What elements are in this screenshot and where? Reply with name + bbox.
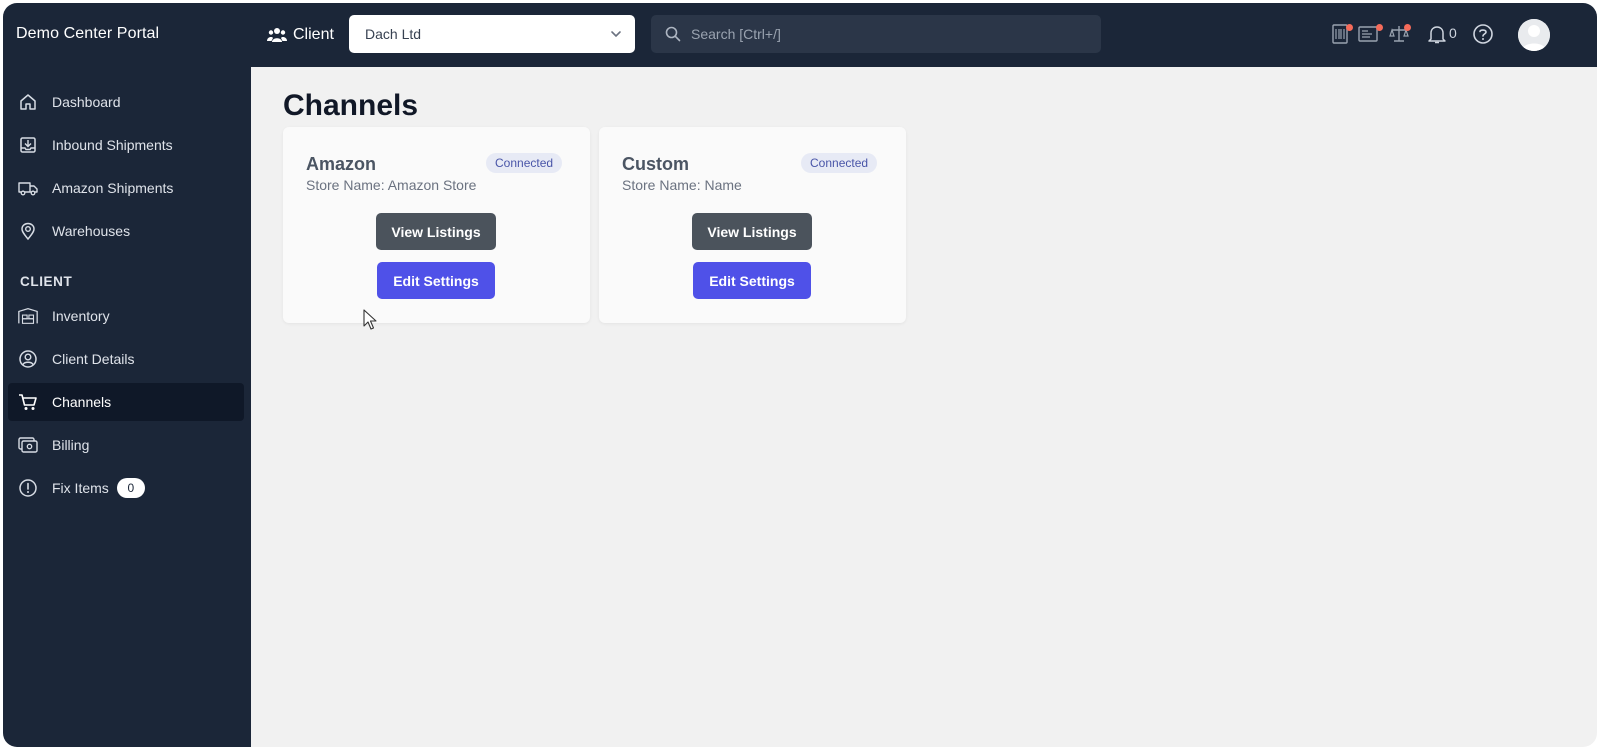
sidebar-item-label: Client Details (52, 351, 135, 367)
screenshot-frame: Demo Center Portal Client Dach Ltd Searc… (0, 0, 1600, 750)
status-badge: Connected (801, 153, 878, 173)
sidebar-item-inventory[interactable]: Inventory (8, 297, 244, 335)
channel-store-name: Store Name: Amazon Store (306, 177, 477, 193)
cart-icon (17, 391, 39, 413)
edit-settings-button[interactable]: Edit Settings (377, 262, 495, 299)
chevron-down-icon (611, 31, 621, 38)
user-avatar[interactable] (1518, 19, 1550, 51)
sidebar-item-amazon-shipments[interactable]: Amazon Shipments (8, 169, 244, 207)
client-select-value: Dach Ltd (365, 26, 422, 42)
edit-settings-button[interactable]: Edit Settings (693, 262, 811, 299)
alert-dot (1404, 24, 1411, 31)
sidebar-section-client: CLIENT (20, 274, 73, 289)
sidebar-item-label: Inventory (52, 308, 110, 324)
mouse-cursor-icon (363, 309, 377, 330)
sidebar-item-inbound-shipments[interactable]: Inbound Shipments (8, 126, 244, 164)
sidebar-item-label: Inbound Shipments (52, 137, 173, 153)
map-pin-icon (17, 220, 39, 242)
bell-icon[interactable] (1427, 23, 1449, 47)
alert-dot (1376, 24, 1383, 31)
client-label-text: Client (293, 26, 334, 43)
inbox-download-icon (17, 134, 39, 156)
client-label: Client (267, 23, 334, 47)
client-select[interactable]: Dach Ltd (349, 15, 635, 53)
sidebar-item-label: Billing (52, 437, 90, 453)
help-icon[interactable] (1472, 23, 1494, 47)
scale-icon[interactable] (1389, 23, 1411, 47)
view-listings-button[interactable]: View Listings (692, 213, 812, 250)
sidebar-item-fix-items[interactable]: Fix Items 0 (8, 469, 244, 507)
warehouse-shelf-icon (17, 305, 39, 327)
sidebar-item-label: Amazon Shipments (52, 180, 174, 196)
channel-name: Amazon (306, 154, 377, 174)
brand-title[interactable]: Demo Center Portal (16, 25, 159, 43)
channel-store-name: Store Name: Name (622, 177, 742, 193)
users-icon (267, 28, 287, 42)
app-window: Demo Center Portal Client Dach Ltd Searc… (3, 3, 1597, 747)
fix-items-count-badge: 0 (116, 478, 145, 498)
channel-card-amazon: Amazon Store Name: Amazon Store Connecte… (283, 127, 590, 323)
home-icon (17, 91, 39, 113)
channel-name: Custom (622, 154, 689, 174)
sidebar: Dashboard Inbound Shipments Amazon Shipm… (3, 67, 251, 747)
sidebar-item-label: Dashboard (52, 94, 121, 110)
page-title: Channels (283, 89, 419, 122)
truck-icon (17, 177, 39, 199)
search-icon (665, 26, 681, 42)
user-circle-icon (17, 348, 39, 370)
sidebar-item-billing[interactable]: Billing (8, 426, 244, 464)
label-icon[interactable] (1357, 23, 1383, 47)
channel-card-custom: Custom Store Name: Name Connected View L… (599, 127, 906, 323)
alert-dot (1346, 24, 1353, 31)
sidebar-item-warehouses[interactable]: Warehouses (8, 212, 244, 250)
view-listings-button[interactable]: View Listings (376, 213, 496, 250)
sidebar-item-label: Fix Items (52, 480, 109, 496)
alert-circle-icon (17, 477, 39, 499)
barcode-icon[interactable] (1331, 23, 1353, 47)
notification-count: 0 (1449, 25, 1457, 41)
sidebar-item-label: Channels (52, 394, 112, 410)
search-box[interactable] (651, 15, 1101, 53)
sidebar-item-dashboard[interactable]: Dashboard (8, 83, 244, 121)
status-badge: Connected (486, 153, 563, 173)
sidebar-item-client-details[interactable]: Client Details (8, 340, 244, 378)
billing-icon (17, 434, 39, 456)
top-bar: Demo Center Portal Client Dach Ltd Searc… (3, 3, 1597, 67)
top-icons-group: 0 (1297, 3, 1597, 67)
search-input[interactable] (691, 26, 1071, 42)
sidebar-item-channels[interactable]: Channels (8, 383, 244, 421)
sidebar-item-label: Warehouses (52, 223, 131, 239)
